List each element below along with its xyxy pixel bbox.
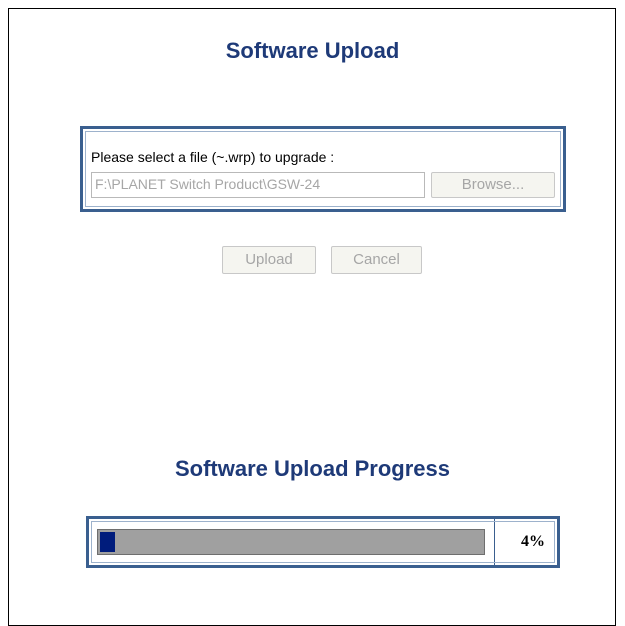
file-path-input[interactable]: F:\PLANET Switch Product\GSW-24 [91,172,425,198]
upload-progress-panel: 4% [86,516,560,568]
file-select-panel: Please select a file (~.wrp) to upgrade … [80,126,566,212]
progress-bar-track [97,529,485,555]
upload-progress-title: Software Upload Progress [174,456,451,481]
cancel-button[interactable]: Cancel [331,246,422,274]
upload-button[interactable]: Upload [222,246,316,274]
progress-bar-fill [100,532,115,552]
software-upload-title: Software Upload [225,38,400,63]
progress-percent-label: 4% [521,533,545,550]
file-select-prompt: Please select a file (~.wrp) to upgrade … [91,149,335,165]
progress-divider [494,519,495,565]
browse-button[interactable]: Browse... [431,172,555,198]
